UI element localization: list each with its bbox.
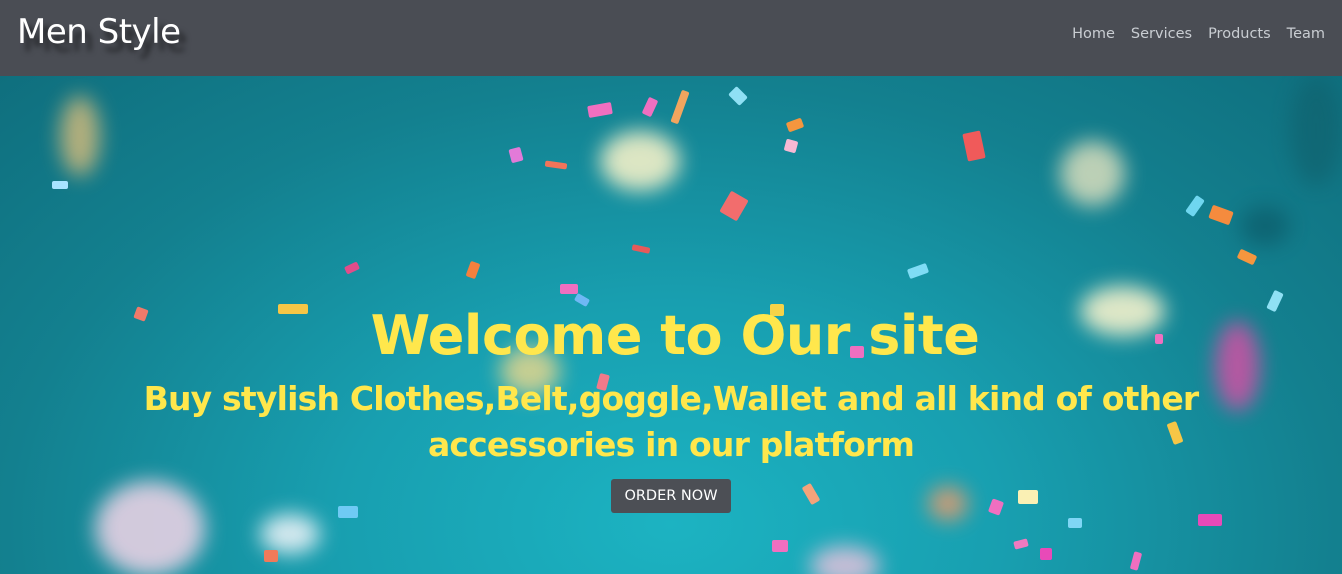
confetti-piece	[52, 181, 68, 189]
confetti-piece	[1040, 548, 1052, 560]
navbar: Men Style Home Services Products Team	[0, 0, 1342, 76]
confetti-piece	[587, 102, 613, 118]
confetti-piece	[728, 86, 748, 106]
hero-content: Welcome to Our site Buy stylish Clothes,…	[0, 302, 1342, 513]
confetti-piece	[544, 160, 568, 170]
confetti-piece	[465, 260, 481, 280]
confetti-piece	[641, 96, 659, 118]
confetti-piece	[906, 262, 930, 280]
bokeh-blob	[60, 96, 100, 176]
bokeh-blob	[1290, 76, 1342, 186]
bokeh-blob	[810, 546, 880, 574]
bokeh-blob	[260, 514, 320, 554]
confetti-piece	[785, 117, 805, 133]
hero-subtitle: Buy stylish Clothes,Belt,goggle,Wallet a…	[143, 379, 1200, 464]
confetti-piece	[772, 540, 788, 552]
brand-logo[interactable]: Men Style	[17, 12, 181, 52]
confetti-piece	[719, 190, 749, 222]
nav-services-link[interactable]: Services	[1131, 26, 1192, 42]
confetti-piece	[264, 550, 278, 562]
nav-team-link[interactable]: Team	[1287, 26, 1325, 42]
confetti-piece	[1208, 204, 1234, 226]
bokeh-blob	[1060, 141, 1125, 206]
confetti-piece	[1198, 514, 1222, 526]
confetti-piece	[1185, 194, 1205, 218]
order-now-button[interactable]: ORDER NOW	[611, 479, 731, 513]
nav-products-link[interactable]: Products	[1208, 26, 1271, 42]
nav-home-link[interactable]: Home	[1072, 26, 1115, 42]
hero-title: Welcome to Our site	[370, 304, 980, 367]
confetti-piece	[631, 244, 651, 254]
confetti-piece	[508, 146, 524, 164]
confetti-piece	[343, 261, 361, 275]
confetti-piece	[560, 284, 578, 294]
bokeh-blob	[1240, 206, 1290, 246]
confetti-piece	[1013, 538, 1029, 550]
confetti-piece	[1068, 518, 1082, 528]
confetti-piece	[1236, 248, 1258, 266]
confetti-piece	[783, 138, 799, 154]
confetti-piece	[670, 89, 690, 125]
confetti-piece	[1129, 551, 1143, 571]
nav-links: Home Services Products Team	[1072, 26, 1325, 42]
confetti-piece	[962, 130, 986, 162]
bokeh-blob	[600, 131, 680, 191]
hero-section: Welcome to Our site Buy stylish Clothes,…	[0, 76, 1342, 574]
